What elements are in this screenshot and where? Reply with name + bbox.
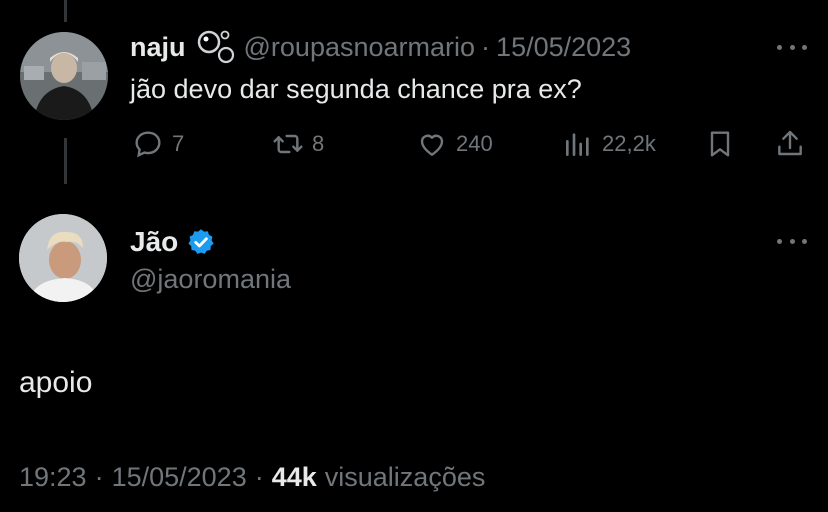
meta-separator: · [94, 462, 104, 492]
tweet-time[interactable]: 19:23 [19, 462, 87, 493]
comment-icon [135, 131, 161, 158]
like-button[interactable]: 240 [416, 128, 493, 160]
retweet-button[interactable]: 8 [272, 128, 324, 160]
retweet-icon [273, 134, 303, 154]
verified-badge-icon [188, 229, 214, 254]
tweet-thread: naju @roupasnoarmario · 15/05/2023 jão d… [0, 0, 828, 512]
share-icon [778, 130, 802, 156]
heart-icon [420, 134, 444, 156]
tweet-date[interactable]: 15/05/2023 [112, 462, 247, 493]
reply-button[interactable]: 7 [132, 128, 184, 160]
bookmark-button[interactable] [704, 128, 736, 160]
reply-count: 7 [172, 131, 185, 156]
main-tweet-text: apoio [19, 366, 93, 399]
like-count: 240 [456, 131, 493, 156]
reply-author-avatar[interactable] [20, 32, 108, 120]
views-button[interactable]: 22,2k [562, 128, 656, 160]
main-tweet-name-row: Jão [130, 222, 216, 262]
reply-author-name[interactable]: naju [130, 32, 186, 63]
meta-separator: · [254, 462, 264, 492]
main-author-handle[interactable]: @jaoromania [130, 264, 291, 295]
thread-line-top [64, 0, 67, 22]
main-tweet-meta: 19:23 · 15/05/2023 · 44k visualizações [19, 462, 485, 493]
retweet-count: 8 [312, 131, 325, 156]
reply-author-handle[interactable]: @roupasnoarmario [244, 32, 476, 63]
tweet-views-label[interactable]: visualizações [325, 462, 486, 493]
header-separator: · [481, 31, 491, 62]
share-button[interactable] [774, 128, 806, 160]
more-options-icon[interactable] [777, 42, 807, 52]
main-author-name[interactable]: Jão [130, 226, 178, 258]
bubbles-icon [196, 29, 236, 65]
main-author-avatar[interactable] [19, 214, 107, 302]
tweet-views-count[interactable]: 44k [272, 462, 317, 493]
bookmark-icon [710, 131, 730, 157]
reply-tweet-header: naju @roupasnoarmario · 15/05/2023 [130, 28, 631, 66]
views-count: 22,2k [602, 131, 656, 156]
reply-tweet-date[interactable]: 15/05/2023 [496, 32, 631, 63]
reply-tweet-text: jão devo dar segunda chance pra ex? [130, 74, 582, 104]
reply-tweet-actions: 7 8 240 22,2k [0, 128, 828, 164]
analytics-icon [566, 133, 589, 156]
more-options-icon[interactable] [777, 236, 807, 246]
